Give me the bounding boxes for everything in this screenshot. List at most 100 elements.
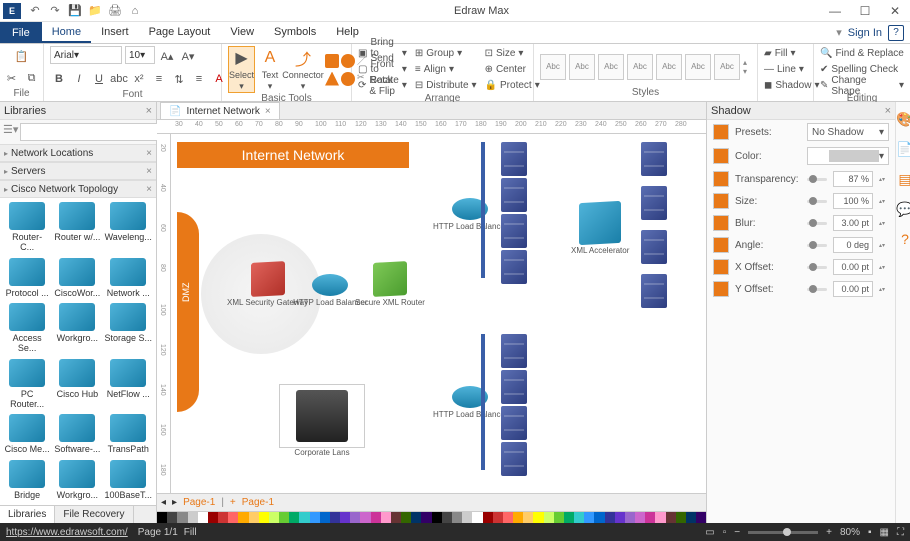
library-menu-icon[interactable]: ☰▾ — [3, 123, 18, 141]
next-page-icon[interactable]: ▸ — [172, 497, 177, 508]
angle-value[interactable]: 0 deg — [833, 237, 873, 253]
size-button[interactable]: ⊡ Size ▾ — [485, 46, 540, 61]
open-button[interactable]: 📁 — [87, 3, 103, 19]
size-value[interactable]: 100 % — [833, 193, 873, 209]
color-palette-strip[interactable] — [157, 511, 706, 523]
tab-symbols[interactable]: Symbols — [264, 22, 326, 43]
text-tool[interactable]: AText▾ — [259, 47, 281, 92]
tab-home[interactable]: Home — [42, 22, 91, 43]
server-stack-10[interactable] — [641, 230, 667, 264]
library-shape-11[interactable]: NetFlow ... — [104, 359, 152, 411]
tab-insert[interactable]: Insert — [91, 22, 139, 43]
close-shadow-icon[interactable]: × — [885, 105, 891, 117]
distribute-button[interactable]: ⊟ Distribute ▾ — [415, 78, 477, 93]
grow-font-button[interactable]: A▴ — [158, 46, 176, 66]
file-tab[interactable]: File — [0, 22, 42, 43]
libraries-tab[interactable]: Libraries — [0, 506, 55, 523]
shadow-opt-button[interactable]: ◼ Shadow ▾ — [764, 78, 819, 93]
group-button[interactable]: ⊞ Group ▾ — [415, 46, 477, 61]
theme-icon[interactable]: 🎨 — [896, 110, 910, 128]
category-servers[interactable]: ▸Servers× — [0, 162, 156, 180]
print-button[interactable]: 🖨 — [107, 3, 123, 19]
library-shape-12[interactable]: Cisco Me... — [4, 414, 50, 456]
status-url[interactable]: https://www.edrawsoft.com/ — [6, 527, 128, 538]
italic-button[interactable]: I — [70, 69, 88, 89]
maximize-button[interactable]: ☐ — [850, 0, 880, 22]
style-preset-1[interactable]: Abc — [540, 54, 566, 80]
shape-rect-icon[interactable] — [325, 54, 339, 68]
transparency-slider[interactable] — [807, 178, 827, 181]
zoom-slider[interactable] — [748, 531, 818, 534]
shadow-preset-swatch[interactable] — [713, 124, 729, 140]
line-button[interactable]: — Line ▾ — [764, 62, 804, 77]
angle-slider[interactable] — [807, 244, 827, 247]
corporate-lans-node[interactable] — [279, 384, 365, 448]
cut-button[interactable]: ✂ — [3, 68, 21, 88]
bullets-button[interactable]: ≡ — [150, 69, 168, 89]
library-search-input[interactable] — [20, 123, 160, 141]
fit-width-icon[interactable]: ▭ — [705, 527, 714, 538]
category-cisco-topology[interactable]: ▸Cisco Network Topology× — [0, 180, 156, 198]
xml-accelerator-node[interactable] — [579, 201, 621, 245]
xoffset-slider[interactable] — [807, 266, 827, 269]
document-tab[interactable]: 📄 Internet Network × — [160, 102, 280, 119]
fit-page-icon[interactable]: ▫ — [723, 527, 727, 538]
shape-triangle-icon[interactable] — [325, 72, 339, 86]
strike-button[interactable]: abc — [110, 69, 128, 89]
library-shape-5[interactable]: Network ... — [104, 258, 152, 300]
underline-button[interactable]: U — [90, 69, 108, 89]
blur-value[interactable]: 3.00 pt — [833, 215, 873, 231]
close-libraries-icon[interactable]: × — [146, 105, 152, 117]
close-doc-icon[interactable]: × — [265, 106, 271, 117]
add-page-icon[interactable]: + — [230, 497, 236, 508]
layers-icon[interactable]: ▤ — [896, 170, 910, 188]
server-stack-3[interactable] — [501, 250, 527, 284]
change-shape-button[interactable]: ✎ Change Shape ▾ — [820, 78, 904, 93]
library-shape-1[interactable]: Router w/... — [54, 202, 100, 254]
paste-button[interactable]: 📋 — [13, 46, 31, 66]
align-button[interactable]: ≡ Align ▾ — [415, 62, 477, 77]
xoffset-spinner[interactable]: ▴▾ — [879, 264, 889, 271]
help-icon[interactable]: ? — [888, 25, 904, 41]
bus-bar-2[interactable] — [481, 334, 485, 470]
size-spinner[interactable]: ▴▾ — [879, 198, 889, 205]
library-shape-8[interactable]: Storage S... — [104, 303, 152, 355]
blur-slider[interactable] — [807, 222, 827, 225]
server-stack-11[interactable] — [641, 274, 667, 308]
bold-button[interactable]: B — [50, 69, 68, 89]
library-shape-7[interactable]: Workgro... — [54, 303, 100, 355]
tab-view[interactable]: View — [220, 22, 264, 43]
tab-help[interactable]: Help — [326, 22, 369, 43]
style-preset-6[interactable]: Abc — [685, 54, 711, 80]
spacing-button[interactable]: ⇅ — [170, 69, 188, 89]
style-preset-5[interactable]: Abc — [656, 54, 682, 80]
xoffset-value[interactable]: 0.00 pt — [833, 259, 873, 275]
file-recovery-tab[interactable]: File Recovery — [55, 506, 133, 523]
yoffset-spinner[interactable]: ▴▾ — [879, 286, 889, 293]
comments-icon[interactable]: 💬 — [896, 200, 910, 218]
superscript-button[interactable]: x² — [130, 69, 148, 89]
protect-button[interactable]: 🔒 Protect ▾ — [485, 78, 540, 93]
drawing-canvas[interactable]: Internet Network DMZ XML Security Gatewa… — [171, 134, 706, 493]
library-shape-0[interactable]: Router- C... — [4, 202, 50, 254]
find-replace-button[interactable]: 🔍 Find & Replace — [820, 46, 904, 61]
shadow-color-select[interactable]: ▾ — [807, 147, 889, 165]
server-stack-1[interactable] — [501, 178, 527, 212]
redo-button[interactable]: ↷ — [47, 3, 63, 19]
undo-button[interactable]: ↶ — [27, 3, 43, 19]
library-shape-16[interactable]: Workgro... — [54, 460, 100, 502]
library-shape-2[interactable]: Waveleng... — [104, 202, 152, 254]
zoom-out-icon[interactable]: − — [734, 527, 740, 538]
blur-spinner[interactable]: ▴▾ — [879, 220, 889, 227]
fill-button[interactable]: ▰ Fill ▾ — [764, 46, 796, 61]
style-preset-3[interactable]: Abc — [598, 54, 624, 80]
server-stack-5[interactable] — [501, 370, 527, 404]
library-shape-6[interactable]: Access Se... — [4, 303, 50, 355]
help-side-icon[interactable]: ? — [896, 230, 910, 248]
center-button[interactable]: ⊕ Center — [485, 62, 540, 77]
style-more-icon[interactable]: ▴ — [743, 58, 747, 67]
style-preset-7[interactable]: Abc — [714, 54, 740, 80]
transparency-spinner[interactable]: ▴▾ — [879, 176, 889, 183]
shrink-font-button[interactable]: A▾ — [179, 46, 197, 66]
dmz-label[interactable]: DMZ — [177, 212, 199, 412]
